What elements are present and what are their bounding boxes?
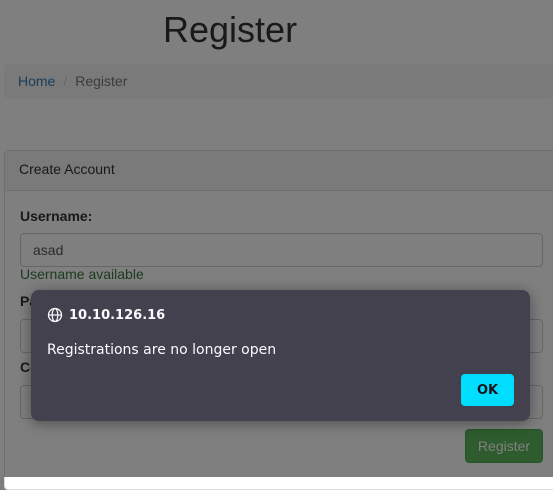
- ok-button[interactable]: OK: [461, 374, 514, 406]
- alert-dialog: 10.10.126.16 Registrations are no longer…: [31, 290, 530, 421]
- dialog-origin-text: 10.10.126.16: [69, 307, 166, 323]
- globe-icon: [47, 307, 63, 323]
- dialog-message: Registrations are no longer open: [47, 342, 277, 358]
- dialog-origin: 10.10.126.16: [47, 307, 165, 323]
